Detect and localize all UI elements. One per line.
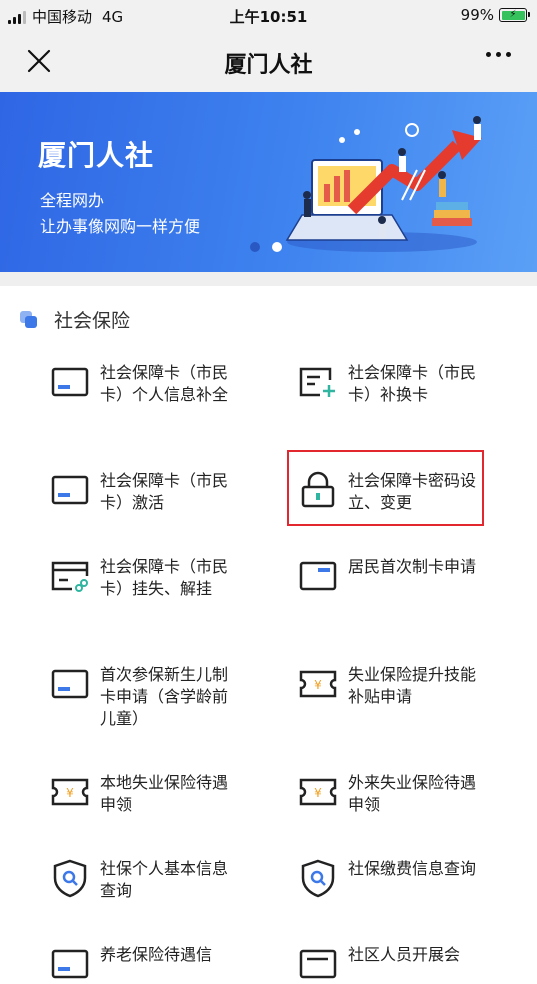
svg-text:¥: ¥ — [66, 786, 74, 800]
banner-title: 厦门人社 — [38, 139, 155, 172]
service-label: 社会保障卡（市民卡）激活 — [100, 471, 229, 512]
service-item-newborn-card[interactable]: 首次参保新生儿制卡申请（含学龄前儿童） — [50, 652, 300, 730]
service-label: 社区人员开展会 — [348, 945, 461, 964]
service-label: 社保个人基本信息查询 — [100, 859, 229, 900]
service-item-first-card-application[interactable]: 居民首次制卡申请 — [298, 544, 537, 596]
page-title: 厦门人社 — [224, 53, 313, 78]
service-item-personal-info-query[interactable]: 社保个人基本信息查询 — [50, 846, 300, 902]
service-label: 社会保障卡（市民卡）补换卡 — [348, 363, 477, 404]
section-divider — [0, 272, 537, 286]
service-item-nonlocal-unemployment[interactable]: ¥ 外来失业保险待遇申领 — [298, 760, 537, 816]
svg-text:¥: ¥ — [314, 786, 322, 800]
banner-illustration — [285, 116, 482, 252]
ticket-icon: ¥ — [299, 670, 337, 698]
service-label: 养老保险待遇信 — [100, 945, 213, 964]
status-bar: 中国移动 4G 上午10:51 99% ⚡ — [0, 0, 537, 32]
service-item-pension[interactable]: 养老保险待遇信 — [50, 932, 300, 984]
service-item-card-activation[interactable]: 社会保障卡（市民卡）激活 — [50, 458, 300, 514]
service-label: 首次参保新生儿制卡申请（含学龄前儿童） — [100, 665, 229, 728]
section-header: 社会保险 — [20, 306, 130, 333]
card-icon — [51, 367, 89, 397]
service-label: 本地失业保险待遇申领 — [100, 773, 229, 814]
service-label: 失业保险提升技能补贴申请 — [348, 665, 477, 706]
service-label: 居民首次制卡申请 — [348, 557, 477, 576]
svg-text:¥: ¥ — [314, 678, 322, 692]
carousel-dots — [250, 242, 282, 252]
service-item-card-report-loss[interactable]: 社会保障卡（市民卡）挂失、解挂 — [50, 544, 300, 600]
service-item-payment-query[interactable]: 社保缴费信息查询 — [298, 846, 537, 898]
service-item-local-unemployment[interactable]: ¥ 本地失业保险待遇申领 — [50, 760, 300, 816]
shield-search-icon — [53, 859, 87, 898]
status-right: 99% ⚡ — [460, 6, 530, 24]
ticket-icon: ¥ — [51, 778, 89, 806]
highlight-box — [287, 450, 484, 526]
service-label: 社会保障卡（市民卡）挂失、解挂 — [100, 557, 229, 598]
service-item-skill-subsidy[interactable]: ¥ 失业保险提升技能补贴申请 — [298, 652, 537, 708]
service-label: 外来失业保险待遇申领 — [348, 773, 477, 814]
status-time: 上午10:51 — [229, 8, 308, 26]
battery-icon: ⚡ — [499, 8, 530, 22]
banner-carousel[interactable]: 厦门人社 全程网办 让办事像网购一样方便 — [0, 92, 537, 272]
service-item-card-info-completion[interactable]: 社会保障卡（市民卡）个人信息补全 — [50, 350, 300, 406]
card-icon — [299, 561, 337, 591]
card-icon — [51, 475, 89, 505]
battery-percent: 99% — [460, 6, 494, 24]
section-icon — [20, 310, 38, 329]
service-item-community[interactable]: 社区人员开展会 — [298, 932, 537, 984]
section-title: 社会保险 — [54, 310, 131, 332]
card-icon — [51, 669, 89, 699]
card-add-icon — [299, 367, 335, 397]
nav-bar: 厦门人社 — [0, 32, 537, 92]
service-label: 社保缴费信息查询 — [348, 859, 477, 878]
service-item-card-replacement[interactable]: 社会保障卡（市民卡）补换卡 — [298, 350, 537, 406]
service-label: 社会保障卡（市民卡）个人信息补全 — [100, 363, 229, 404]
carousel-dot-active[interactable] — [272, 242, 282, 252]
shield-search-icon — [301, 859, 335, 898]
banner-subtitle-1: 全程网办 — [40, 191, 105, 210]
card-icon — [51, 949, 89, 979]
card-icon — [299, 949, 337, 979]
banner-subtitle-2: 让办事像网购一样方便 — [40, 217, 201, 236]
card-link-icon — [51, 561, 89, 592]
more-icon[interactable] — [486, 52, 511, 57]
carousel-dot[interactable] — [250, 242, 260, 252]
ticket-icon: ¥ — [299, 778, 337, 806]
